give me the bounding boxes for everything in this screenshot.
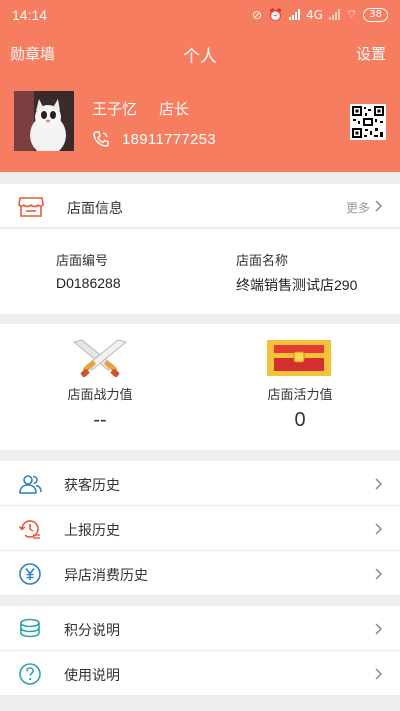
power-value: -- [93,409,107,431]
status-bar: 14:14 ⊘ ⏰ 4G ⌔ 38 [0,0,400,30]
menu-label: 积分说明 [64,623,120,639]
store-icon [18,197,44,217]
yuan-icon [19,563,41,585]
users-icon [19,475,42,494]
store-info-body: 店面编号 D0186288 店面名称 终端销售测试店290 [0,229,400,314]
user-role: 店长 [159,100,190,118]
chevron-right-icon [375,668,383,680]
store-info-title: 店面信息 [67,201,123,217]
qr-code-icon[interactable] [350,104,386,140]
menu-item-report-history[interactable]: 上报历史 [0,506,400,551]
menu-item-cross-store-history[interactable]: 异店消费历史 [0,551,400,596]
status-time: 14:14 [12,7,48,23]
alarm-icon: ⏰ [268,7,284,22]
coins-icon [20,618,40,638]
network-type: 4G [306,7,323,22]
wifi-icon: ⌔ [345,7,358,21]
battery-icon: 38 [363,7,388,22]
more-link[interactable]: 更多 [346,199,370,216]
vitality-label: 店面活力值 [267,388,333,403]
chevron-right-icon [375,523,383,535]
chevron-right-icon [375,478,383,490]
settings-button[interactable]: 设置 [356,43,386,64]
store-id-label: 店面编号 [56,254,109,269]
history-icon [18,520,40,539]
menu-item-acquisition-history[interactable]: 获客历史 [0,461,400,506]
store-name-label: 店面名称 [236,254,289,269]
status-icons: ⊘ ⏰ 4G ⌔ 38 [252,7,388,22]
treasure-chest-icon [267,340,331,376]
menu-item-points-info[interactable]: 积分说明 [0,606,400,651]
user-info: 王子忆 店长 [92,98,189,119]
store-stats: 店面战力值 -- 店面活力值 0 [0,324,400,450]
store-id-value: D0186288 [56,275,121,291]
phone-icon [93,131,109,147]
menu-item-user-guide[interactable]: 使用说明 [0,651,400,696]
signal2-icon [328,9,340,20]
cat-photo-icon [14,91,74,151]
vitality-value: 0 [294,409,306,431]
page-title: 个人 [183,47,217,67]
menu-label: 使用说明 [64,668,120,684]
mute-icon: ⊘ [252,7,263,22]
menu-label: 获客历史 [64,478,120,494]
menu-label: 异店消费历史 [64,568,148,584]
power-label: 店面战力值 [67,388,133,403]
chevron-right-icon [375,568,383,580]
phone-number[interactable]: 18911777253 [122,131,216,148]
profile-header: 14:14 ⊘ ⏰ 4G ⌔ 38 勋章墙 个人 设置 王子忆 店长 18911… [0,0,400,172]
menu-label: 上报历史 [64,523,120,539]
store-name-value: 终端销售测试店290 [236,277,358,293]
crossed-swords-icon [72,339,128,378]
chevron-right-icon [375,200,383,212]
user-name: 王子忆 [92,100,138,118]
help-icon [19,663,41,685]
avatar[interactable] [14,91,74,151]
signal-icon [289,9,301,20]
store-info-header[interactable]: 店面信息 更多 [0,184,400,228]
chevron-right-icon [375,623,383,635]
